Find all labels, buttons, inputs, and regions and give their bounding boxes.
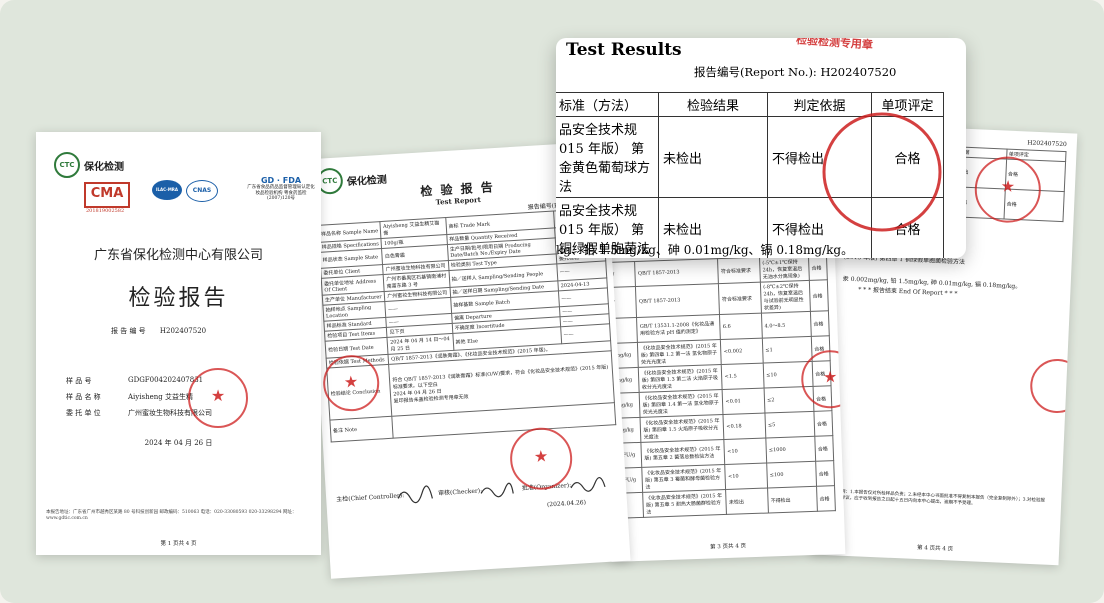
- report-page-3: / QB/T 1857-2013 符合标准要求 (-5℃±1℃保持 24h，恢复室温后…: [600, 240, 846, 562]
- page3-result-cell: (-8℃±2℃保持 24h，恢复室温后与试验前无明显性状差异): [760, 280, 811, 314]
- page2-conclusion-text: 符合 QB/T 1857-2013《润肤膏霜》标准(O/W)要求，符合《化妆品安…: [392, 363, 609, 391]
- cover-logo: CTC 保化检测: [54, 152, 124, 178]
- page3-result-cell: <0.01: [722, 388, 766, 415]
- page3-result-cell: QB/T 1857-2013: [635, 283, 720, 318]
- page3-result-cell: 《化妆品安全技术规范》(2015 年版) 第五章 5 耐热大肠菌群检验方法: [643, 489, 727, 518]
- page3-page-number: 第 3 页共 4 页: [710, 543, 747, 551]
- test-results-zoom: Test Results 报告编号(Report No.): H20240752…: [556, 38, 966, 258]
- red-stamp-circle: [822, 112, 942, 232]
- page4-report-no: H202407520: [1027, 139, 1067, 149]
- zoom-stamp-text: 检验检测专用章: [795, 38, 874, 52]
- cover-stamp: ★: [188, 368, 248, 428]
- zoom-header-method: 标准（方法）: [556, 92, 659, 117]
- cover-report-no-value: H202407520: [159, 327, 207, 335]
- cover-report-no-label: 报 告 编 号: [111, 327, 146, 335]
- page3-result-cell: 《化妆品安全技术规范》(2015 年版) 第四章 1.3 第二法 火焰原子吸收分…: [638, 364, 723, 393]
- zoom-method: 品安全技术规015 年版） 第金黄色葡萄球方法: [556, 116, 659, 198]
- cover-company-name: 广东省保化检测中心有限公司: [93, 248, 263, 263]
- page3-result-cell: 合格: [814, 435, 834, 462]
- ilac-mra-icon: ILAC-MRA: [152, 180, 182, 200]
- page3-result-cell: 合格: [815, 460, 835, 487]
- cover-sample-name-value: Aiyisheng 艾益生精: [128, 393, 193, 401]
- report-cover-page: CTC 保化检测 CMA 201819002582 ILAC-MRA CNAS …: [36, 132, 321, 555]
- page3-result-cell: ≤1: [762, 336, 813, 364]
- page3-result-cell: ≤1000: [765, 436, 816, 464]
- zoom-header-result: 检验结果: [658, 92, 768, 117]
- page3-result-cell: <0.002: [720, 338, 764, 365]
- page3-result-cell: GB/T 13531.1-2008《化妆品通用检验方法 pH 值的测定》: [637, 314, 721, 343]
- page4-page-number: 第 4 页共 4 页: [916, 545, 954, 553]
- page3-result-cell: ≤5: [765, 411, 815, 439]
- page3-result-cell: 不得检出: [767, 486, 818, 513]
- gdfda-text: 广东省食品药品监督管理局认定化妆品检验机构 粤食药监检(2007)120号: [247, 185, 315, 202]
- cma-logo-icon: CMA: [84, 182, 130, 208]
- page3-result-cell: <1.5: [721, 363, 765, 390]
- cover-logo-text: 保化检测: [84, 161, 124, 173]
- cover-sample-name: 样 品 名 称 Aiyisheng 艾益生精: [66, 392, 193, 402]
- zoom-report-no: 报告编号(Report No.): H202407520: [694, 65, 897, 79]
- page3-result-cell: 《化妆品安全技术规范》(2015 年版) 第五章 3 霉菌和酵母菌检验方法: [642, 464, 727, 493]
- zoom-limits: kg、铅 1.5mg/kg、砷 0.01mg/kg、镉 0.18mg/kg。: [556, 243, 854, 257]
- page2-remark-label: 备注 Note: [329, 416, 394, 443]
- page3-result-cell: <10: [725, 463, 768, 490]
- page3-result-cell: 符合标准要求: [717, 257, 761, 284]
- page3-result-cell: 符合标准要求: [718, 282, 762, 315]
- cover-report-no: 报 告 编 号 H202407520: [111, 326, 206, 336]
- page3-result-cell: ≤100: [766, 461, 817, 488]
- page3-result-cell: 《化妆品安全技术规范》(2015 年版) 第四章 1.4 第一法 氢化物原子荧光…: [639, 389, 724, 418]
- page3-result-cell: 合格: [809, 279, 829, 312]
- cover-sample-name-label: 样 品 名 称: [66, 393, 101, 401]
- gdfda-title: GD · FDA: [260, 176, 302, 185]
- cover-sample-no-label: 样 品 号: [66, 377, 92, 385]
- page3-result-cell: 合格: [814, 410, 833, 437]
- page3-result-cell: QB/T 1857-2013: [635, 258, 719, 287]
- page2-sign-date: (2024.04.26): [546, 499, 587, 509]
- page3-result-cell: 合格: [816, 485, 836, 512]
- cover-client-label: 委 托 单 位: [66, 409, 101, 417]
- page3-result-cell: 《化妆品安全技术规范》(2015 年版) 第四章 1.5 火焰原子吸收分光光度法: [640, 414, 725, 443]
- page3-result-cell: 《化妆品安全技术规范》(2015 年版) 第五章 2 菌落总数检验方法: [641, 439, 726, 468]
- page3-result-cell: 合格: [808, 254, 828, 281]
- page4-edge-stamp: [1029, 357, 1078, 415]
- page4-end: * * * 报告结束 End Of Report * * *: [858, 286, 958, 298]
- page3-result-cell: (-5℃±1℃保持 24h，恢复室温后无油水分离现象): [759, 255, 810, 283]
- page2-sign-main: 主检(Chief Controller):: [336, 492, 405, 504]
- ctc-logo-icon: CTC: [54, 152, 80, 178]
- page4-footnote: 检验说明：1.本报告仅对所检样品负责；2.未经本中心书面批准不得复制本报告（完全…: [827, 489, 1045, 507]
- cover-client: 委 托 单 位 广州蜜妆生物科技有限公司: [66, 408, 212, 418]
- page3-result-cell: 4.0～8.5: [761, 311, 812, 339]
- page3-result-cell: 未检出: [726, 487, 769, 515]
- handwritten-signatures: [397, 477, 606, 504]
- zoom-title: Test Results: [566, 40, 682, 60]
- cover-date: 2024 年 04 月 26 日: [144, 439, 213, 447]
- report-collage: H202407520 判定依据单项评定 不得检出合格 不得检出合格 (2015 …: [0, 0, 1104, 603]
- page3-result-cell: 合格: [810, 310, 830, 337]
- zoom-result: 未检出: [658, 116, 768, 198]
- cover-footer: 本报告地址：广东省广州市越秀区某路 80 号科技创新园 邮政编码：510063 …: [46, 510, 297, 522]
- cnas-logo-icon: CNAS: [186, 180, 218, 202]
- cma-number: 201819002582: [86, 208, 125, 214]
- cover-title: 检验报告: [128, 286, 229, 311]
- page3-result-cell: <10: [724, 438, 767, 465]
- cover-sample-no: 样 品 号 GDGF004202407831: [66, 376, 203, 386]
- cover-page-number: 第 1 页共 4 页: [160, 541, 197, 547]
- gdfda-badge: GD · FDA 广东省食品药品监督管理局认定化妆品检验机构 粤食药监检(200…: [246, 176, 316, 202]
- page3-result-cell: 《化妆品安全技术规范》(2015 年版) 第四章 1.2 第一法 氢化物原子荧光…: [637, 339, 722, 368]
- page3-result-cell: 6.6: [719, 313, 763, 340]
- page3-result-cell: <0.18: [723, 413, 766, 440]
